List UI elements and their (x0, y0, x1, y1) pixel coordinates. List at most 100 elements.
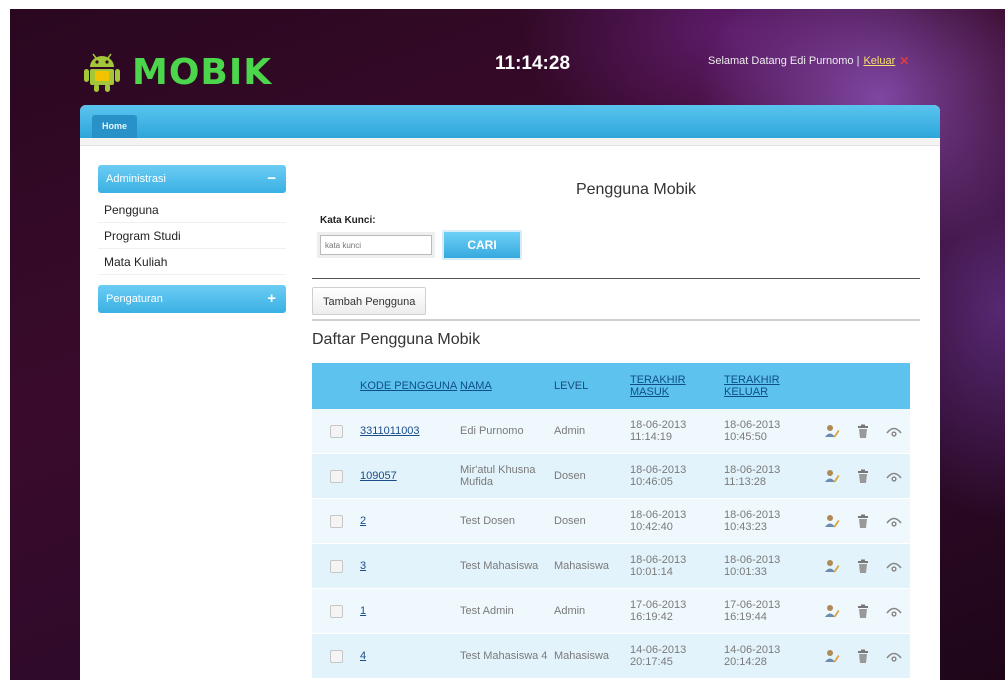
user-code-link[interactable]: 1 (360, 605, 366, 617)
trash-icon[interactable] (855, 423, 871, 439)
view-icon[interactable] (886, 423, 902, 439)
user-name: Mir'atul Khusna Mufida (460, 464, 536, 488)
trash-icon[interactable] (855, 513, 871, 529)
column-header-kode[interactable]: KODE PENGGUNA (360, 380, 460, 392)
search-button[interactable]: CARI (442, 230, 522, 260)
logo[interactable]: MOBIK (82, 51, 272, 93)
list-title: Daftar Pengguna Mobik (312, 331, 481, 348)
user-level: Mahasiswa (554, 650, 610, 662)
user-name: Edi Purnomo (460, 425, 524, 437)
content-area: Pengguna Mobik Kata Kunci: CARI Tambah P… (312, 165, 920, 679)
last-logout: 18-06-2013 11:13:28 (724, 464, 781, 488)
edit-user-icon[interactable] (824, 558, 840, 574)
user-code-link[interactable]: 3311011003 (360, 425, 420, 437)
nav-bar: Home (80, 105, 940, 138)
sidebar-section-label: Administrasi (106, 173, 166, 185)
sidebar-item-program-studi[interactable]: Program Studi (98, 223, 286, 249)
app-name: MOBIK (132, 51, 273, 93)
nav-subband (80, 138, 940, 146)
view-icon[interactable] (886, 513, 902, 529)
user-level: Mahasiswa (554, 560, 610, 572)
edit-user-icon[interactable] (824, 423, 840, 439)
edit-user-icon[interactable] (824, 468, 840, 484)
user-code-link[interactable]: 2 (360, 515, 366, 527)
search-input[interactable] (320, 235, 432, 255)
column-header-masuk[interactable]: TERAKHIR MASUK (630, 374, 724, 398)
clock: 11:14:28 (495, 53, 571, 74)
last-login: 17-06-2013 16:19:42 (630, 599, 687, 623)
edit-user-icon[interactable] (824, 648, 840, 664)
view-icon[interactable] (886, 603, 902, 619)
user-name: Test Mahasiswa (460, 560, 539, 572)
sidebar-item-mata-kuliah[interactable]: Mata Kuliah (98, 249, 286, 275)
expand-icon[interactable]: + (267, 285, 276, 313)
column-header-keluar[interactable]: TERAKHIR KELUAR (724, 374, 816, 398)
last-logout: 18-06-2013 10:43:23 (724, 509, 781, 533)
row-actions (816, 468, 910, 484)
edit-user-icon[interactable] (824, 603, 840, 619)
view-icon[interactable] (886, 468, 902, 484)
row-checkbox[interactable] (330, 469, 343, 483)
user-name: Test Mahasiswa 4 (460, 650, 548, 662)
main-panel: Home Administrasi − Pengguna Program Stu… (80, 105, 940, 680)
trash-icon[interactable] (855, 558, 871, 574)
table-row: 1 Test Admin Admin 17-06-2013 16:19:42 1… (312, 589, 910, 634)
add-user-button[interactable]: Tambah Pengguna (312, 287, 427, 315)
sidebar-section-pengaturan[interactable]: Pengaturan + (98, 285, 286, 313)
row-select-cell (312, 424, 360, 438)
last-login: 18-06-2013 11:14:19 (630, 419, 687, 443)
row-checkbox[interactable] (330, 514, 343, 528)
last-logout: 18-06-2013 10:45:50 (724, 419, 781, 443)
last-login: 14-06-2013 20:17:45 (630, 644, 687, 668)
table-body: 3311011003 Edi Purnomo Admin 18-06-2013 … (312, 409, 910, 679)
row-checkbox[interactable] (330, 424, 343, 438)
user-code-link[interactable]: 4 (360, 650, 366, 662)
row-select-cell (312, 649, 360, 663)
android-icon (82, 51, 122, 93)
last-logout: 14-06-2013 20:14:28 (724, 644, 781, 668)
trash-icon[interactable] (855, 648, 871, 664)
close-icon[interactable]: ✕ (899, 54, 909, 68)
users-table: KODE PENGGUNA NAMA LEVEL TERAKHIR MASUK … (312, 363, 910, 679)
logout-link[interactable]: Keluar (863, 55, 895, 67)
row-checkbox[interactable] (330, 604, 343, 618)
row-checkbox[interactable] (330, 649, 343, 663)
row-actions (816, 648, 910, 664)
row-actions (816, 603, 910, 619)
row-select-cell (312, 514, 360, 528)
last-login: 18-06-2013 10:01:14 (630, 554, 687, 578)
sidebar: Administrasi − Pengguna Program Studi Ma… (98, 165, 286, 313)
user-name: Test Dosen (460, 515, 516, 527)
column-header-nama[interactable]: NAMA (460, 380, 554, 392)
user-level: Dosen (554, 470, 586, 482)
table-row: 109057 Mir'atul Khusna Mufida Dosen 18-0… (312, 454, 910, 499)
table-row: 3311011003 Edi Purnomo Admin 18-06-2013 … (312, 409, 910, 454)
app-background: MOBIK 11:14:28 Selamat Datang Edi Purnom… (10, 9, 1005, 680)
sidebar-section-administrasi[interactable]: Administrasi − (98, 165, 286, 193)
user-level: Dosen (554, 515, 586, 527)
view-icon[interactable] (886, 558, 902, 574)
trash-icon[interactable] (855, 603, 871, 619)
divider (312, 278, 920, 279)
row-checkbox[interactable] (330, 559, 343, 573)
table-row: 2 Test Dosen Dosen 18-06-2013 10:42:40 1… (312, 499, 910, 544)
edit-user-icon[interactable] (824, 513, 840, 529)
user-name: Test Admin (460, 605, 514, 617)
row-select-cell (312, 559, 360, 573)
sidebar-item-pengguna[interactable]: Pengguna (98, 197, 286, 223)
collapse-icon[interactable]: − (267, 165, 276, 193)
last-login: 18-06-2013 10:46:05 (630, 464, 687, 488)
row-select-cell (312, 469, 360, 483)
row-actions (816, 513, 910, 529)
welcome-text: Selamat Datang Edi Purnomo | (708, 55, 860, 67)
welcome-bar: Selamat Datang Edi Purnomo | Keluar ✕ (708, 54, 909, 68)
search-label: Kata Kunci: (320, 215, 376, 226)
user-code-link[interactable]: 3 (360, 560, 366, 572)
tab-home[interactable]: Home (92, 115, 138, 138)
table-row: 4 Test Mahasiswa 4 Mahasiswa 14-06-2013 … (312, 634, 910, 679)
trash-icon[interactable] (855, 468, 871, 484)
search-row: CARI (320, 230, 920, 260)
user-code-link[interactable]: 109057 (360, 470, 397, 482)
view-icon[interactable] (886, 648, 902, 664)
page-title: Pengguna Mobik (575, 181, 697, 198)
